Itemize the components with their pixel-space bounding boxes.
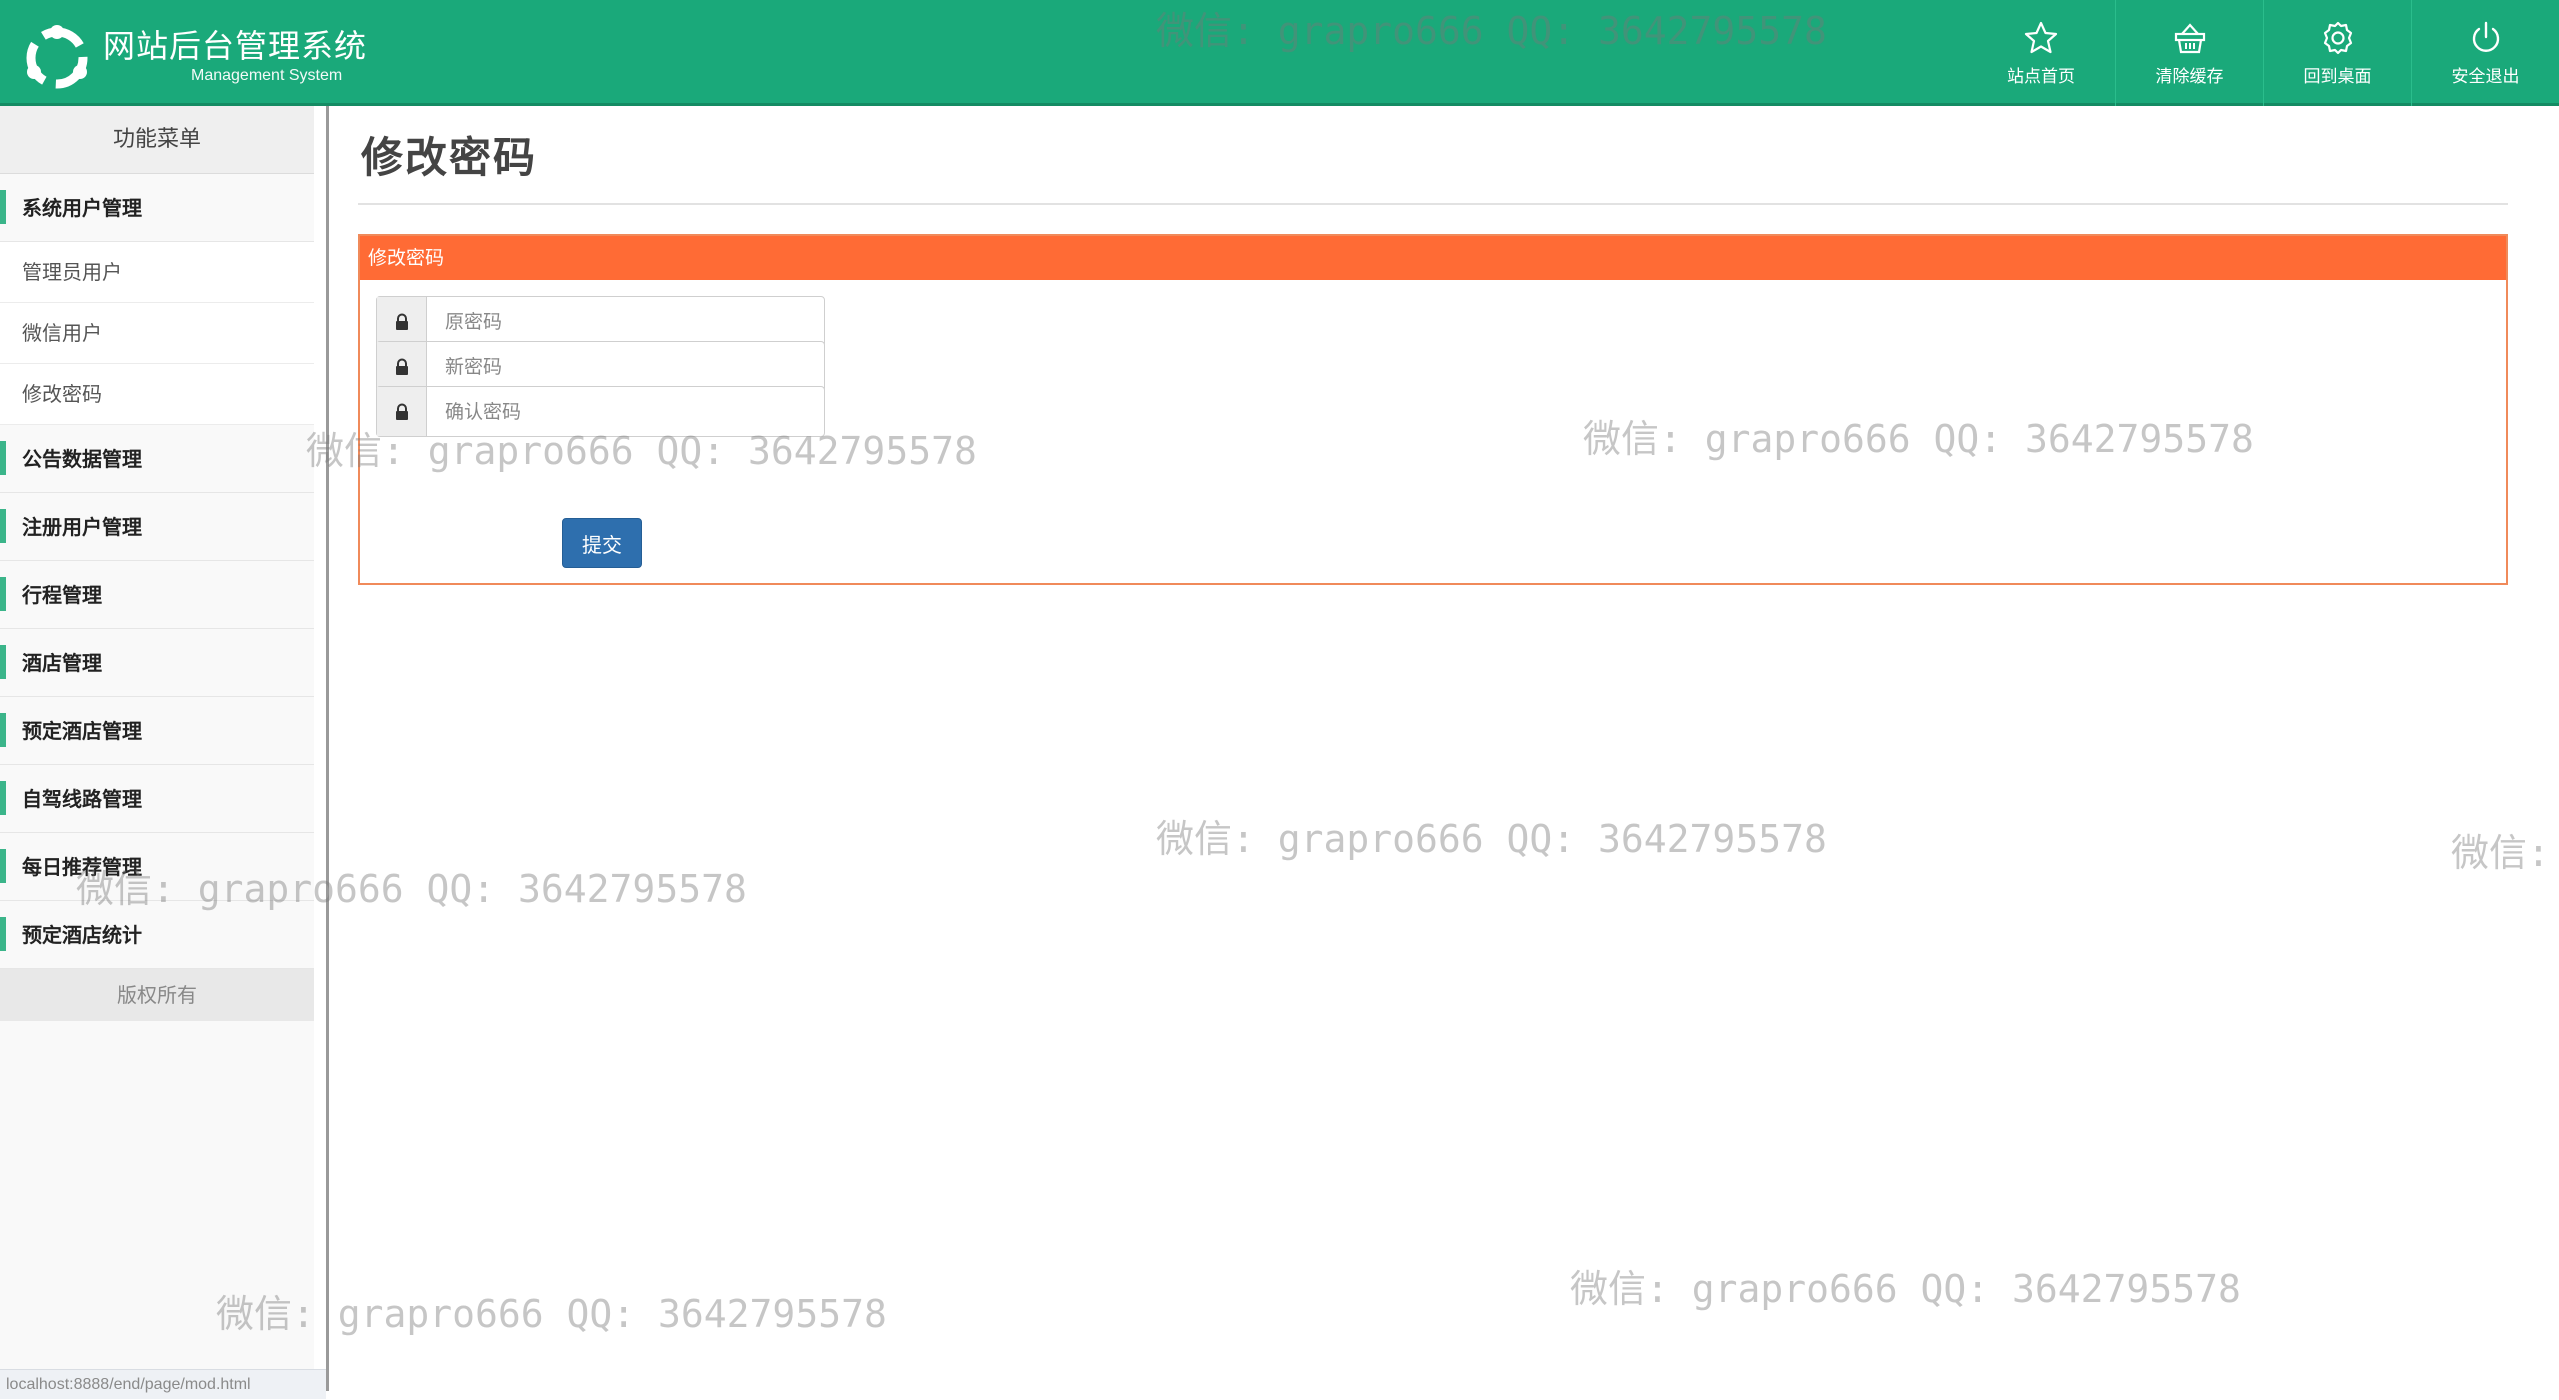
sidebar-group-system-users[interactable]: 系统用户管理	[0, 174, 314, 242]
watermark: 微信:	[2451, 831, 2550, 875]
confirm-password-input[interactable]	[427, 387, 824, 436]
sidebar-group-registered-users[interactable]: 注册用户管理	[0, 493, 314, 561]
nav-site-home-label: 站点首页	[2007, 66, 2075, 87]
sidebar-group-hotels[interactable]: 酒店管理	[0, 629, 314, 697]
brand: 网站后台管理系统 Management System	[103, 26, 367, 86]
nav-logout-label: 安全退出	[2451, 66, 2520, 87]
old-password-input[interactable]	[427, 297, 824, 346]
watermark: 微信: grapro666 QQ: 3642795578	[216, 1292, 887, 1336]
lock-icon	[395, 403, 408, 420]
submit-button[interactable]: 提交	[562, 518, 642, 568]
gear-icon	[2323, 21, 2352, 54]
nav-back-desktop[interactable]: 回到桌面	[2263, 0, 2411, 106]
star-icon	[2024, 21, 2058, 53]
watermark: 微信: grapro666 QQ: 3642795578	[1156, 817, 1827, 861]
sidebar: 功能菜单 系统用户管理 管理员用户 微信用户 修改密码 公告数据管理 注册用户管…	[0, 106, 314, 1399]
new-password-input[interactable]	[427, 342, 824, 391]
lock-icon	[395, 313, 408, 330]
power-icon	[2472, 21, 2499, 52]
sidebar-group-driving-routes[interactable]: 自驾线路管理	[0, 765, 314, 833]
sidebar-divider	[326, 106, 329, 1391]
sidebar-item-wechat-users[interactable]: 微信用户	[0, 303, 314, 364]
menu-title: 功能菜单	[0, 106, 314, 174]
field-addon	[377, 297, 427, 346]
brand-title: 网站后台管理系统	[103, 27, 368, 65]
brand-subtitle: Management System	[191, 67, 343, 84]
sidebar-group-itinerary[interactable]: 行程管理	[0, 561, 314, 629]
nav-back-desktop-label: 回到桌面	[2303, 66, 2372, 87]
old-password-field	[376, 296, 825, 347]
new-password-field	[376, 341, 825, 392]
status-url: localhost:8888/end/page/mod.html	[0, 1369, 326, 1399]
sidebar-item-change-password[interactable]: 修改密码	[0, 364, 314, 425]
sidebar-item-admin-users[interactable]: 管理员用户	[0, 242, 314, 303]
title-divider	[358, 203, 2508, 205]
sidebar-group-booking-stats[interactable]: 预定酒店统计	[0, 901, 314, 969]
top-header: 网站后台管理系统 Management System 站点首页 清除缓存 回到桌…	[0, 0, 2559, 106]
nav-clear-cache-label: 清除缓存	[2155, 66, 2224, 87]
sidebar-group-hotel-bookings[interactable]: 预定酒店管理	[0, 697, 314, 765]
field-addon	[377, 342, 427, 391]
nav-logout[interactable]: 安全退出	[2411, 0, 2559, 106]
nav-clear-cache[interactable]: 清除缓存	[2115, 0, 2263, 106]
lock-icon	[395, 358, 408, 375]
sidebar-group-daily-picks[interactable]: 每日推荐管理	[0, 833, 314, 901]
page-title: 修改密码	[361, 133, 538, 182]
basket-icon	[2174, 22, 2205, 53]
panel-title: 修改密码	[360, 236, 2506, 280]
sidebar-group-announcements[interactable]: 公告数据管理	[0, 425, 314, 493]
watermark: 微信: grapro666 QQ: 3642795578	[1570, 1267, 2241, 1311]
field-addon	[377, 387, 427, 436]
top-nav: 站点首页 清除缓存 回到桌面 安全退出	[1967, 0, 2559, 106]
copyright: 版权所有	[0, 969, 314, 1021]
confirm-password-field	[376, 386, 825, 437]
nav-site-home[interactable]: 站点首页	[1967, 0, 2115, 106]
logo-icon	[26, 25, 88, 89]
password-panel: 修改密码 提交	[358, 234, 2508, 585]
